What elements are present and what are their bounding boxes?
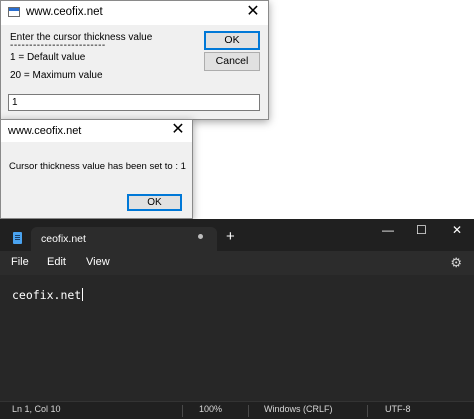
status-divider [182, 405, 183, 417]
menu-file[interactable]: File [11, 256, 29, 268]
editor-text: ceofix.net [12, 288, 82, 302]
text-caret [82, 288, 84, 301]
close-icon[interactable]: ✕ [452, 223, 462, 237]
encoding[interactable]: UTF-8 [385, 404, 411, 414]
minimize-icon[interactable]: — [382, 223, 394, 237]
message-text: Cursor thickness value has been set to :… [9, 161, 186, 172]
prompt-line-2: 1 = Default value [10, 52, 86, 63]
ok-button[interactable]: OK [204, 31, 260, 50]
zoom-level[interactable]: 100% [199, 404, 222, 414]
input-dialog-title: www.ceofix.net [26, 6, 103, 18]
status-bar: Ln 1, Col 10 100% Windows (CRLF) UTF-8 [0, 401, 474, 419]
cursor-position: Ln 1, Col 10 [12, 404, 61, 414]
maximize-icon[interactable]: ☐ [416, 223, 427, 237]
status-divider [367, 405, 368, 417]
menu-edit[interactable]: Edit [47, 256, 66, 268]
unsaved-dot-icon[interactable] [198, 234, 203, 239]
tab-ceofix[interactable]: ceofix.net [31, 227, 217, 251]
notepad-app-icon [13, 232, 22, 244]
window-app-icon [8, 7, 20, 17]
prompt-line-3: 20 = Maximum value [10, 70, 103, 81]
line-ending[interactable]: Windows (CRLF) [264, 404, 333, 414]
thickness-input[interactable]: 1 [8, 94, 260, 111]
ok-button[interactable]: OK [127, 194, 182, 211]
message-dialog: www.ceofix.net ✕ Cursor thickness value … [0, 119, 193, 219]
new-tab-icon[interactable]: + [226, 229, 235, 244]
tab-label: ceofix.net [41, 233, 86, 245]
close-icon[interactable]: ✕ [244, 3, 262, 21]
input-dialog-titlebar[interactable]: www.ceofix.net ✕ [1, 1, 268, 25]
prompt-separator: ------------------------- [10, 40, 106, 51]
notepad-window: ceofix.net + — ☐ ✕ File Edit View ⚙ ceof… [0, 219, 474, 419]
menu-view[interactable]: View [86, 256, 110, 268]
close-icon[interactable]: ✕ [169, 121, 187, 139]
editor-content[interactable]: ceofix.net [12, 288, 84, 302]
message-dialog-title: www.ceofix.net [8, 125, 82, 137]
menu-bar: File Edit View ⚙ [0, 251, 474, 275]
status-divider [248, 405, 249, 417]
message-dialog-titlebar[interactable]: www.ceofix.net ✕ [1, 120, 192, 142]
text-editor[interactable]: ceofix.net [0, 275, 474, 401]
tab-strip: ceofix.net + — ☐ ✕ [0, 219, 474, 251]
gear-icon[interactable]: ⚙ [450, 255, 462, 271]
input-dialog: www.ceofix.net ✕ Enter the cursor thickn… [0, 0, 269, 120]
cancel-button[interactable]: Cancel [204, 52, 260, 71]
